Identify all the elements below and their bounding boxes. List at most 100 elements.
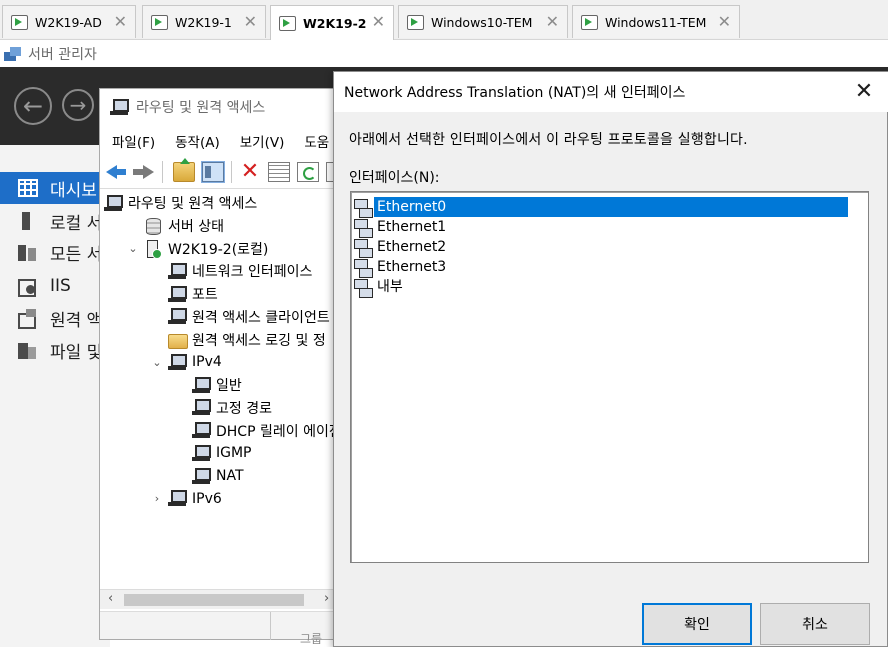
list-item[interactable]: Ethernet1 — [354, 217, 848, 238]
tree-item[interactable]: 원격 액세스 로깅 및 정 — [152, 329, 326, 351]
tree-item-label: 원격 액세스 클라이언트 — [192, 309, 330, 326]
scrollbar-thumb[interactable] — [124, 594, 304, 606]
tree-item[interactable]: 네트워크 인터페이스 — [152, 260, 312, 282]
ok-button[interactable]: 확인 — [642, 603, 752, 645]
iis-icon — [18, 277, 38, 297]
close-icon[interactable]: ✕ — [844, 76, 884, 108]
network-icon — [192, 444, 211, 462]
dialog-title: Network Address Translation (NAT)의 새 인터페… — [344, 85, 686, 101]
interface-listbox[interactable]: Ethernet0 Ethernet1 Ethernet2 Ethernet3 내부 — [350, 191, 869, 563]
list-item[interactable]: 내부 — [354, 277, 848, 298]
menu-view[interactable]: 보기(V) — [240, 131, 285, 151]
server-manager-icon — [4, 46, 22, 62]
sidebar-item-label: 파일 및 — [50, 342, 103, 363]
dashboard-grid-icon — [18, 179, 38, 197]
properties-icon[interactable] — [268, 162, 290, 182]
forward-icon[interactable] — [133, 162, 155, 182]
vm-running-icon — [11, 14, 28, 30]
network-icon — [168, 490, 187, 507]
sidebar-item-label: 원격 액 — [50, 310, 103, 331]
close-icon[interactable]: ✕ — [244, 12, 257, 31]
tree-item-label: NAT — [216, 468, 244, 484]
tab-label: W2K19-AD — [35, 14, 102, 30]
toolbar-separator — [231, 161, 232, 183]
tree-item-label: IPv4 — [192, 354, 222, 371]
tree-item[interactable]: 서버 상태 — [128, 215, 224, 237]
list-item[interactable]: Ethernet0 — [354, 197, 848, 218]
close-icon[interactable]: ✕ — [114, 12, 127, 31]
up-folder-icon[interactable] — [173, 158, 195, 182]
tree-item-label: 라우팅 및 원격 액세스 — [128, 196, 258, 212]
server-manager-titlebar: 서버 관리자 — [0, 40, 888, 67]
tree-item[interactable]: ⌄ W2K19-2(로컬) — [128, 238, 268, 260]
network-icon — [110, 98, 129, 116]
tab-label: Windows10-TEM — [431, 14, 533, 30]
tree-item[interactable]: ⌄ IPv4 — [152, 351, 222, 373]
tree-item[interactable]: 포트 — [152, 283, 218, 305]
menu-action[interactable]: 동작(A) — [175, 131, 220, 151]
horizontal-scrollbar[interactable]: ‹ › — [100, 589, 340, 609]
tree-item-label: 고정 경로 — [216, 400, 272, 417]
server-status-icon — [144, 217, 162, 236]
show-hide-tree-icon[interactable] — [201, 161, 225, 183]
back-icon[interactable] — [106, 162, 128, 182]
refresh-icon[interactable] — [297, 162, 319, 182]
sidebar-item-dashboard[interactable]: 대시보 — [0, 172, 110, 204]
dialog-description: 아래에서 선택한 인터페이스에서 이 라우팅 프로토콜을 실행합니다. — [349, 132, 748, 148]
interface-list-label: 인터페이스(N): — [349, 170, 440, 186]
tree-item[interactable]: 원격 액세스 클라이언트 — [152, 306, 330, 328]
sidebar-item-local-server[interactable]: 로컬 서 — [0, 205, 110, 237]
network-adapter-icon — [354, 198, 373, 218]
tree-item-label: W2K19-2(로컬) — [168, 241, 269, 258]
scroll-right-icon[interactable]: › — [324, 591, 329, 606]
back-button[interactable]: ← — [14, 87, 52, 125]
tree-item-label: DHCP 릴레이 에이전 — [216, 423, 340, 440]
tab-w2k19-ad[interactable]: W2K19-AD ✕ — [2, 5, 136, 38]
network-adapter-icon — [354, 258, 373, 278]
sidebar-item-iis[interactable]: IIS — [0, 270, 110, 302]
menu-file[interactable]: 파일(F) — [112, 131, 155, 151]
menu-help[interactable]: 도움 — [304, 131, 329, 151]
cancel-button[interactable]: 취소 — [760, 603, 870, 645]
sidebar-item-label: 로컬 서 — [50, 213, 103, 234]
tree-item[interactable]: NAT — [176, 465, 244, 487]
tab-w2k19-2[interactable]: W2K19-2 ✕ — [270, 5, 394, 41]
delete-icon[interactable]: ✕ — [239, 161, 261, 183]
tree-item[interactable]: 고정 경로 — [176, 397, 272, 419]
status-divider — [270, 612, 271, 640]
close-icon[interactable]: ✕ — [546, 12, 559, 31]
tab-windows11-tem[interactable]: Windows11-TEM ✕ — [572, 5, 740, 38]
tab-label: W2K19-1 — [175, 14, 232, 30]
vm-running-icon — [581, 14, 598, 30]
rras-menubar: 파일(F) 동작(A) 보기(V) 도움 — [100, 127, 337, 155]
chevron-down-icon[interactable]: ⌄ — [152, 356, 162, 369]
tree-item-label: 서버 상태 — [168, 218, 224, 235]
chevron-right-icon[interactable]: › — [152, 492, 162, 505]
forward-button[interactable]: → — [62, 89, 94, 121]
scroll-left-icon[interactable]: ‹ — [108, 591, 113, 606]
network-icon — [192, 422, 211, 439]
network-adapter-icon — [354, 238, 373, 258]
tree-item[interactable]: IGMP — [176, 442, 252, 464]
vm-running-icon — [407, 14, 424, 30]
list-item[interactable]: Ethernet3 — [354, 257, 848, 278]
tree-item[interactable]: › IPv6 — [152, 488, 222, 510]
close-icon[interactable]: ✕ — [372, 12, 385, 31]
tab-windows10-tem[interactable]: Windows10-TEM ✕ — [398, 5, 568, 38]
list-item-label: Ethernet2 — [377, 239, 447, 255]
close-icon[interactable]: ✕ — [718, 12, 731, 31]
sidebar-item-label: 대시보 — [50, 180, 97, 201]
tree-item[interactable]: 일반 — [176, 374, 242, 396]
tab-w2k19-1[interactable]: W2K19-1 ✕ — [142, 5, 266, 38]
list-item[interactable]: Ethernet2 — [354, 237, 848, 258]
list-item-label: Ethernet0 — [374, 197, 848, 217]
tree-item[interactable]: 라우팅 및 원격 액세스 — [104, 192, 257, 214]
sidebar-item-remote-access[interactable]: 원격 액 — [0, 302, 110, 334]
sidebar-item-all-servers[interactable]: 모든 서 — [0, 236, 110, 268]
sidebar-item-file-storage[interactable]: 파일 및 — [0, 334, 110, 366]
tab-label: Windows11-TEM — [605, 14, 707, 30]
tree-item[interactable]: DHCP 릴레이 에이전 — [176, 420, 340, 442]
list-item-label: Ethernet1 — [377, 219, 447, 235]
chevron-down-icon[interactable]: ⌄ — [128, 242, 138, 255]
tree-item-label: IPv6 — [192, 490, 222, 507]
